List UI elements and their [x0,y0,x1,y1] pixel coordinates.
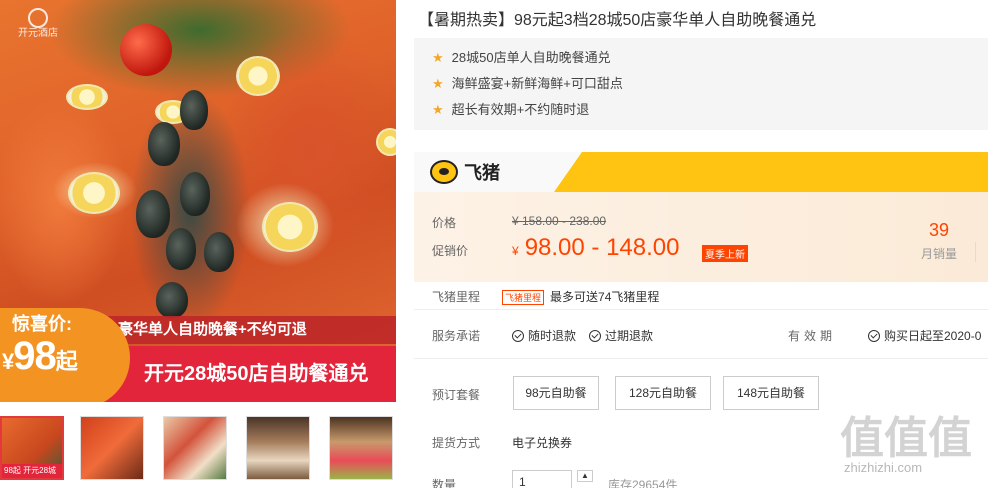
quantity-label: 数量 [432,478,457,488]
current-price: ¥98.00 - 148.00 [512,234,679,262]
promo-band-bottom: 开元28城50店自助餐通兑 [100,346,396,402]
current-price-value: 98.00 - 148.00 [524,234,680,261]
feature-list: ★ 28城50店单人自助晚餐通兑 ★ 海鲜盛宴+新鲜海鲜+可口甜点 ★ 超长有效期+不… [414,38,988,130]
thumb-1[interactable]: 98起 开元28城50店 [0,416,64,480]
thumb-3[interactable] [163,416,227,480]
validity-value: 购买日起至2020-0 [868,327,981,344]
promo-price-value: ¥98起 [2,334,78,379]
product-gallery: 开元酒店 豪华单人自助晚餐+不约可退 开元28城50店自助餐通兑 惊喜价: ¥9… [0,0,396,488]
lemon-slice [66,84,108,110]
mileage-text: 最多可送74飞猪里程 [550,290,660,304]
package-option-98[interactable]: 98元自助餐 [513,376,599,410]
promo-banner: 豪华单人自助晚餐+不约可退 开元28城50店自助餐通兑 惊喜价: ¥98起 [0,308,396,402]
sales-count: 39 [928,220,950,240]
pig-icon [430,160,458,184]
season-badge: 夏季上新 [702,245,748,262]
hotel-logo: 开元酒店 [10,6,66,56]
thumb-4[interactable] [246,416,310,480]
validity-label: 有效期 [788,329,837,343]
promo-price-badge: 惊喜价: ¥98起 [0,308,130,402]
crest-icon [28,8,48,28]
promo-price-symbol: ¥ [2,349,14,374]
product-title: 【暑期热卖】98元起3档28城50店豪华单人自助晚餐通兑 [418,12,817,29]
main-product-image[interactable]: 开元酒店 豪华单人自助晚餐+不约可退 开元28城50店自助餐通兑 惊喜价: ¥9… [0,0,396,402]
promo-price-suffix: 起 [55,349,78,374]
promo-price-number: 98 [13,334,56,378]
check-circle-icon [868,330,880,342]
feature-text: 海鲜盛宴+新鲜海鲜+可口甜点 [451,76,623,91]
mussel [166,228,196,270]
delivery-value: 电子兑换券 [512,436,573,450]
stock-text: 库存29654件 [608,478,678,488]
fliggy-logo[interactable]: 飞猪 [430,159,500,185]
mussel [148,122,180,166]
service-label: 服务承诺 [432,329,481,343]
watermark-url: zhizhizhi.com [844,460,923,475]
mussel [156,282,188,318]
service-refund-expired[interactable]: 过期退款 [589,327,653,344]
divider [414,358,988,359]
currency-symbol: ¥ [512,244,519,258]
brand-bar-accent [554,152,988,192]
divider [975,242,976,262]
price-box: 价格 ¥ 158.00 - 238.00 促销价 ¥98.00 - 148.00… [414,192,988,282]
orig-price-label: 价格 [432,216,457,230]
lemon-slice [236,56,280,96]
validity-text: 购买日起至2020-0 [884,329,982,343]
tomato-image [120,24,172,76]
feature-text: 28城50店单人自助晚餐通兑 [451,50,611,65]
feature-item: ★ 超长有效期+不约随时退 [432,100,988,126]
watermark-logo: 值值值 [840,414,972,463]
brand-name: 飞猪 [464,163,500,183]
package-label: 预订套餐 [432,388,481,402]
lemon-slice [68,172,120,214]
promo-price-label: 惊喜价: [12,314,72,334]
thumb-5[interactable] [329,416,393,480]
package-option-148[interactable]: 148元自助餐 [723,376,819,410]
mileage-label: 飞猪里程 [432,290,481,304]
promo-band-top: 豪华单人自助晚餐+不约可退 [100,316,396,344]
package-option-128[interactable]: 128元自助餐 [615,376,711,410]
divider [414,309,988,310]
check-circle-icon [589,330,601,342]
thumbnail-strip: 98起 开元28城50店 [0,416,396,482]
sales-label: 月销量 [920,247,957,261]
mussel [136,190,170,238]
mussel [180,90,208,130]
promo-price-label: 促销价 [432,244,469,258]
lemon-slice [376,128,396,156]
mussel [180,172,210,216]
product-page: 开元酒店 豪华单人自助晚餐+不约可退 开元28城50店自助餐通兑 惊喜价: ¥9… [0,0,988,488]
feature-item: ★ 28城50店单人自助晚餐通兑 [432,48,988,74]
hotel-logo-text: 开元酒店 [18,28,58,39]
mileage-tag: 飞猪里程 [502,290,545,305]
service-item-text: 随时退款 [528,329,577,343]
site-watermark: 值值值 zhizhizhi.com [840,402,980,482]
mileage-row: 飞猪里程 飞猪里程 最多可送74飞猪里程 [432,288,659,305]
star-icon: ★ [432,76,444,91]
quantity-input[interactable]: 1 [512,470,572,488]
orig-price-value: ¥ 158.00 - 238.00 [512,214,607,228]
delivery-label: 提货方式 [432,436,481,450]
service-item-text: 过期退款 [605,329,654,343]
thumb-2[interactable] [80,416,144,480]
star-icon: ★ [432,50,444,65]
check-circle-icon [512,330,524,342]
feature-text: 超长有效期+不约随时退 [451,102,590,117]
lemon-slice [262,202,318,252]
service-refund-anytime[interactable]: 随时退款 [512,327,576,344]
star-icon: ★ [432,102,444,117]
feature-item: ★ 海鲜盛宴+新鲜海鲜+可口甜点 [432,74,988,100]
service-row: 服务承诺 随时退款 过期退款 有效期 购买日起至2020-0 [432,327,988,344]
brand-bar: 飞猪 [414,152,988,192]
mussel [204,232,234,272]
quantity-increase-button[interactable]: ▲ [577,470,593,482]
monthly-sales: 39 月销量 [914,220,964,262]
thumb-mini-label: 98起 开元28城50店 [2,464,62,478]
